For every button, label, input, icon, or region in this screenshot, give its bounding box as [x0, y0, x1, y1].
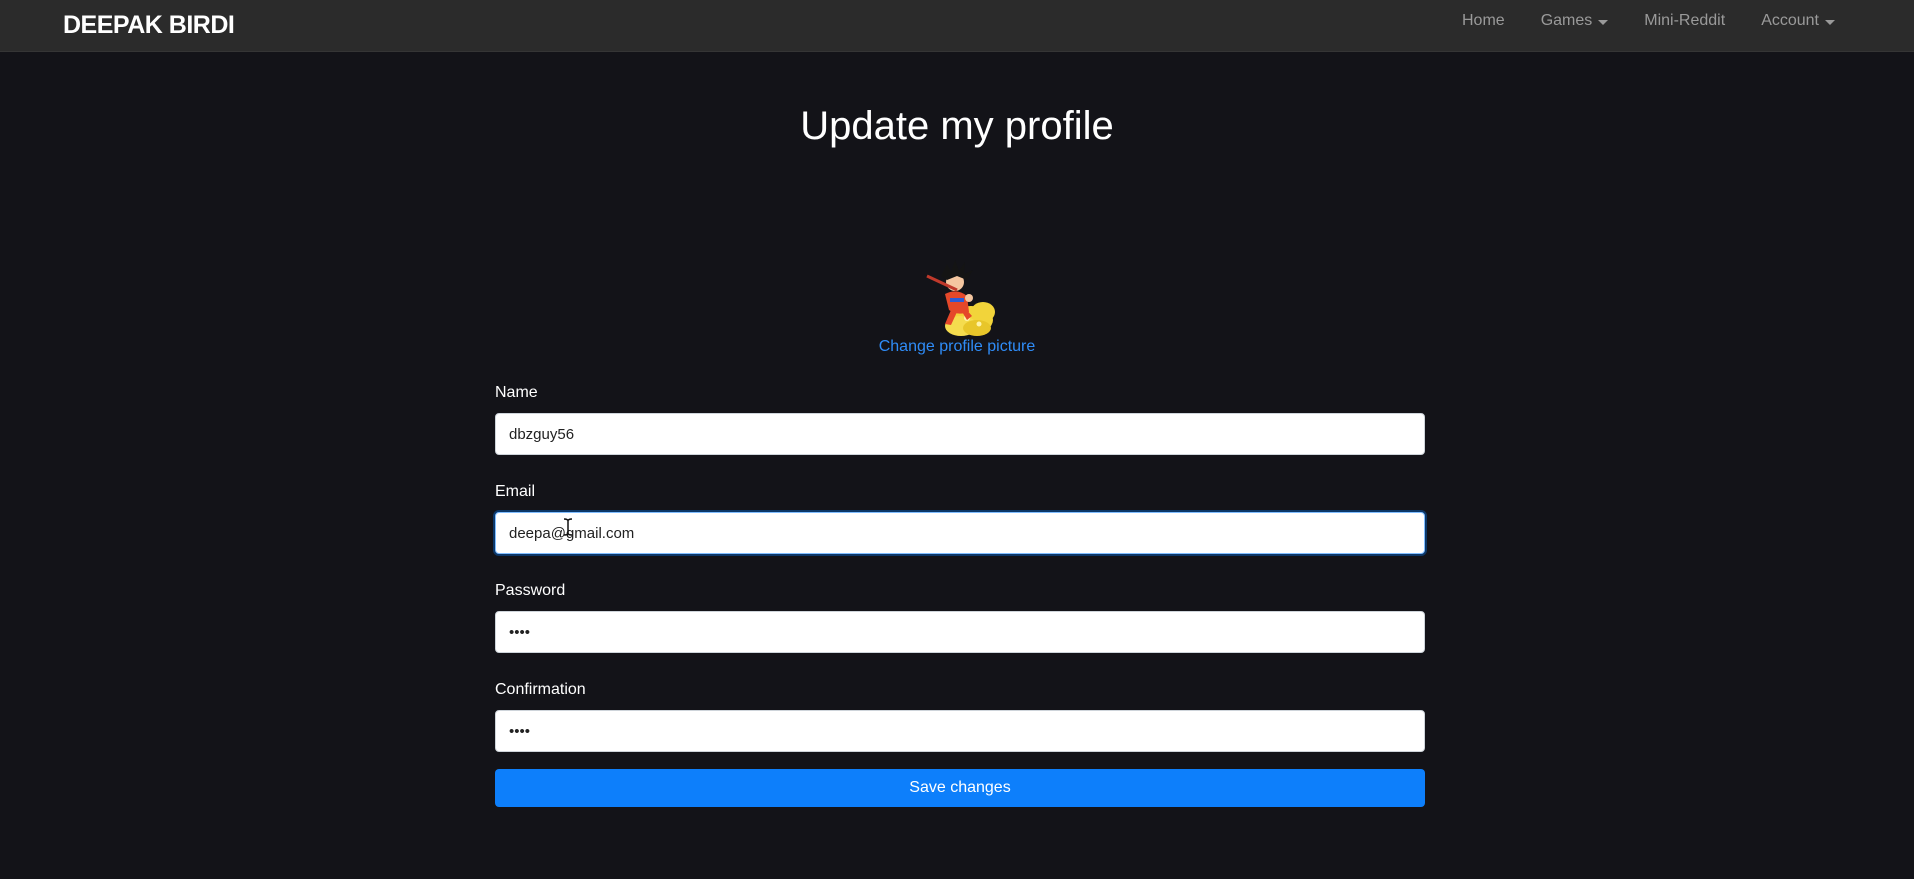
- confirmation-label: Confirmation: [495, 681, 586, 698]
- nav-mini-reddit-link[interactable]: Mini-Reddit: [1644, 11, 1725, 31]
- nav-games-label: Games: [1540, 12, 1593, 29]
- nav-home-label: Home: [1462, 12, 1505, 29]
- profile-avatar: [926, 260, 995, 336]
- password-input[interactable]: [495, 611, 1425, 653]
- nav-account-dropdown[interactable]: Account: [1761, 11, 1835, 31]
- email-input[interactable]: [495, 512, 1425, 554]
- nav-links: Home Games Mini-Reddit Account: [1462, 11, 1835, 31]
- page-title: Update my profile: [800, 104, 1114, 148]
- nav-home-link[interactable]: Home: [1462, 11, 1505, 31]
- profile-form: Name Email Password Confirmation Save ch…: [495, 383, 1425, 807]
- navbar: DEEPAK BIRDI Home Games Mini-Reddit Acco…: [0, 0, 1914, 52]
- caret-down-icon: [1825, 19, 1835, 25]
- nav-games-dropdown[interactable]: Games: [1541, 11, 1609, 31]
- nav-mini-reddit-label: Mini-Reddit: [1644, 12, 1726, 29]
- save-changes-button[interactable]: Save changes: [495, 769, 1425, 807]
- name-input[interactable]: [495, 413, 1425, 455]
- name-label: Name: [495, 384, 538, 401]
- email-label: Email: [495, 483, 536, 500]
- brand-logo[interactable]: DEEPAK BIRDI: [63, 11, 235, 40]
- nav-account-label: Account: [1761, 12, 1819, 29]
- change-profile-picture-link[interactable]: Change profile picture: [0, 338, 1914, 356]
- password-label: Password: [495, 582, 566, 599]
- confirmation-input[interactable]: [495, 710, 1425, 752]
- caret-down-icon: [1598, 19, 1609, 25]
